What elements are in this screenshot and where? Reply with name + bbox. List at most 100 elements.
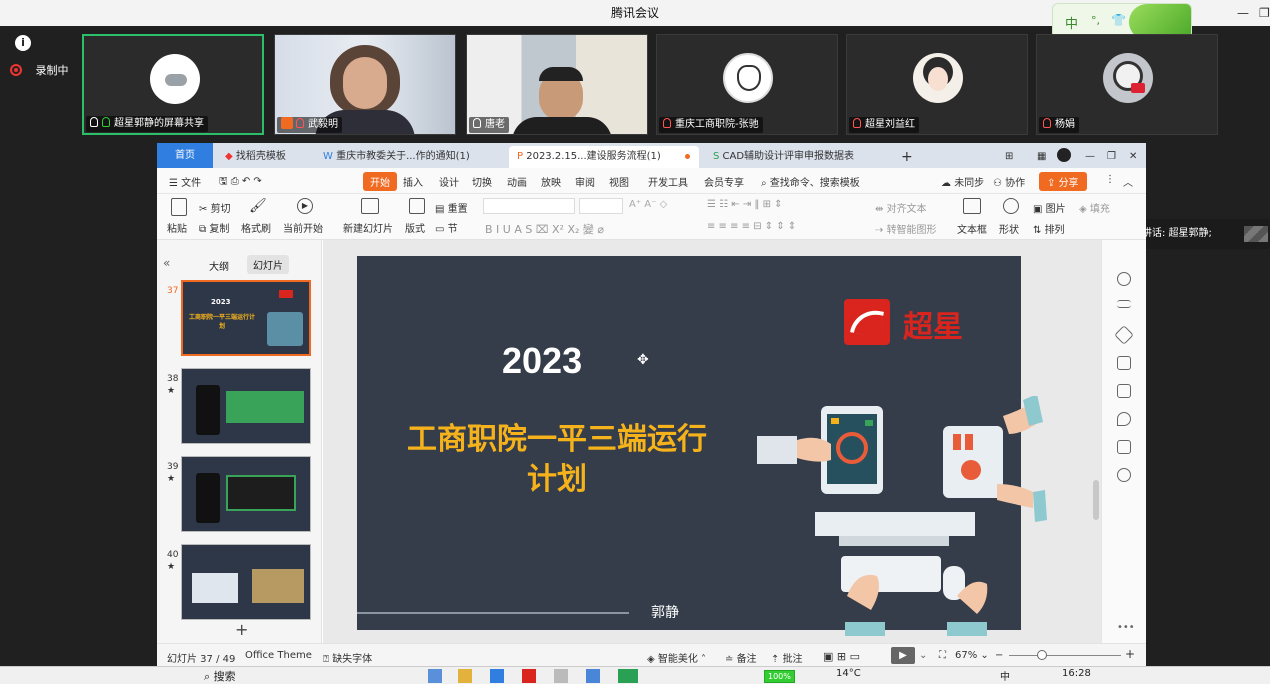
minimize-icon[interactable]: — [1085,146,1095,168]
menu-view[interactable]: 视图 [609,174,629,189]
info-icon[interactable]: i [15,35,31,51]
tab-current-ppt[interactable]: P 2023.2.15...建设服务流程(1) [509,146,699,168]
menu-home[interactable]: 开始 [363,172,397,191]
quick-access-icons[interactable]: 🖫 ⎙ ↶ ↷ [219,174,262,191]
fit-window-icon[interactable]: ⛶ [939,650,946,661]
format-painter-icon[interactable]: 🖌 [249,198,267,214]
new-slide-icon[interactable] [361,198,379,214]
copy-button[interactable]: ⧉ 复制 [199,220,229,235]
layout-button[interactable]: 版式 [405,220,425,235]
menu-member[interactable]: 会员专享 [704,174,744,189]
taskbar-search[interactable]: ⌕ 搜索 [204,668,236,684]
restore-icon[interactable]: ❐ [1259,0,1270,26]
participant-tile[interactable]: 杨娟 [1036,34,1218,135]
zoom-slider[interactable] [1009,655,1121,656]
taskbar-pinned-apps[interactable] [428,669,638,683]
weather-widget[interactable]: 14°C [836,668,861,679]
property-icon[interactable] [1117,272,1131,286]
section-button[interactable]: ▭ 节 [435,220,458,235]
image-tools-icon[interactable] [1117,384,1131,398]
participant-tile[interactable]: 武毅明 [274,34,456,135]
menu-transition[interactable]: 切换 [472,174,492,189]
copy-layer-icon[interactable] [1117,356,1131,370]
tab-home[interactable]: 首页 [157,143,213,168]
more-icon[interactable]: ⋮ [1105,174,1115,185]
tab-notice-doc[interactable]: W 重庆市教委关于...作的通知(1) [315,146,505,168]
shape-icon[interactable] [1003,198,1019,214]
drag-handle-icon[interactable] [1244,226,1268,242]
zoom-slider-thumb[interactable] [1037,650,1047,660]
tab-outline[interactable]: 大纲 [209,258,229,273]
menu-slideshow[interactable]: 放映 [541,174,561,189]
notes-button[interactable]: ≐ 备注 [725,650,757,665]
paste-button[interactable]: 粘贴 [167,220,187,235]
slide-thumbnail[interactable] [181,456,311,532]
list-buttons[interactable]: ☰ ☷ ⇤ ⇥ ‖ ⊞ ⇕ [707,199,783,210]
reset-button[interactable]: ▤ 重置 [435,200,468,215]
slide-thumbnail[interactable]: 2023 工商职院一平三端运行计划 [181,280,311,356]
menu-developer[interactable]: 开发工具 [648,174,688,189]
input-method-indicator[interactable]: 中 [1000,668,1010,683]
fill-button[interactable]: ◈ 填充 [1079,200,1110,215]
paste-icon[interactable] [171,198,187,216]
menu-design[interactable]: 设计 [439,174,459,189]
zoom-in-button[interactable]: + [1125,647,1135,661]
menu-animation[interactable]: 动画 [507,174,527,189]
menu-insert[interactable]: 插入 [403,174,423,189]
textbox-button[interactable]: 文本框 [957,221,987,236]
clock[interactable]: 16:28 [1062,668,1091,679]
user-avatar[interactable] [1057,148,1071,162]
battery-indicator[interactable]: 100% [764,670,795,683]
smart-shape-button[interactable]: ⇢ 转智能图形 [875,221,937,236]
pin-icon[interactable] [1114,325,1134,345]
menu-file[interactable]: ☰ 文件 [169,174,201,189]
restore-icon[interactable]: ❐ [1107,146,1116,168]
align-text-button[interactable]: ⇹ 对齐文本 [875,200,927,215]
zoom-out-button[interactable]: − [995,650,1003,661]
vertical-scrollbar[interactable] [1093,480,1099,520]
tab-cad-sheet[interactable]: S CAD辅助设计评审申报数据表 [705,146,895,168]
tab-slides[interactable]: 幻灯片 [247,255,289,274]
font-size-select[interactable] [579,198,623,214]
minimize-icon[interactable]: — [1237,0,1249,26]
current-slide[interactable]: 2023 工商职院一平三端运行 计划 郭静 ✥ 超星 [357,256,1047,636]
add-slide-button[interactable]: + [235,620,248,639]
close-icon[interactable]: ✕ [1129,146,1137,168]
tab-docer-templates[interactable]: ◆ 找稻壳模板 [217,146,312,168]
font-style-buttons[interactable]: B I U A S ⌧ X² X₂ 變 ⌀ [485,221,604,237]
shape-button[interactable]: 形状 [999,221,1019,236]
participant-tile[interactable]: 超星刘益红 [846,34,1028,135]
collapse-ribbon-icon[interactable]: ︿ [1123,174,1133,189]
collab-button[interactable]: ⚇ 协作 [993,174,1025,189]
book-icon[interactable] [1117,440,1131,454]
sync-status[interactable]: ☁ 未同步 [941,174,984,189]
arrange-button[interactable]: ⇅ 排列 [1033,221,1065,236]
play-from-current-icon[interactable]: ▶ [297,198,313,214]
participant-tile[interactable]: 超星郭静的屏幕共享 [82,34,264,135]
play-dropdown-icon[interactable]: ⌄ [919,650,927,661]
location-icon[interactable] [1117,412,1131,426]
collapse-pane-icon[interactable]: « [163,256,170,270]
recording-indicator[interactable]: 录制中 [10,62,69,78]
from-current-button[interactable]: 当前开始 [283,220,323,235]
picture-button[interactable]: ▣ 图片 [1033,200,1066,215]
command-search[interactable]: ⌕ 查找命令、搜索模板 [761,174,860,189]
view-mode-buttons[interactable]: ▣ ⊞ ▭ [823,650,860,663]
format-painter-button[interactable]: 格式刷 [241,220,271,235]
slide-thumbnail[interactable] [181,544,311,620]
missing-font-button[interactable]: ⍰ 缺失字体 [323,650,372,665]
layout-toggle-icon[interactable]: ⊞ [1005,146,1013,168]
more-tools-icon[interactable]: ••• [1117,622,1135,633]
slide-thumbnail[interactable] [181,368,311,444]
smart-beautify-button[interactable]: ◈ 智能美化 ˄ [647,650,706,665]
comments-button[interactable]: ⇡ 批注 [771,650,803,665]
participant-tile[interactable]: 唐老 [466,34,648,135]
share-button[interactable]: ⇪ 分享 [1039,172,1087,191]
new-tab-button[interactable]: + [901,146,913,168]
apps-icon[interactable]: ▦ [1037,146,1046,168]
help-icon[interactable] [1117,468,1131,482]
layout-icon[interactable] [409,198,425,214]
play-slideshow-button[interactable]: ▶ [891,647,915,664]
new-slide-button[interactable]: 新建幻灯片 [343,220,393,235]
zoom-level[interactable]: 67% ⌄ [955,650,989,661]
